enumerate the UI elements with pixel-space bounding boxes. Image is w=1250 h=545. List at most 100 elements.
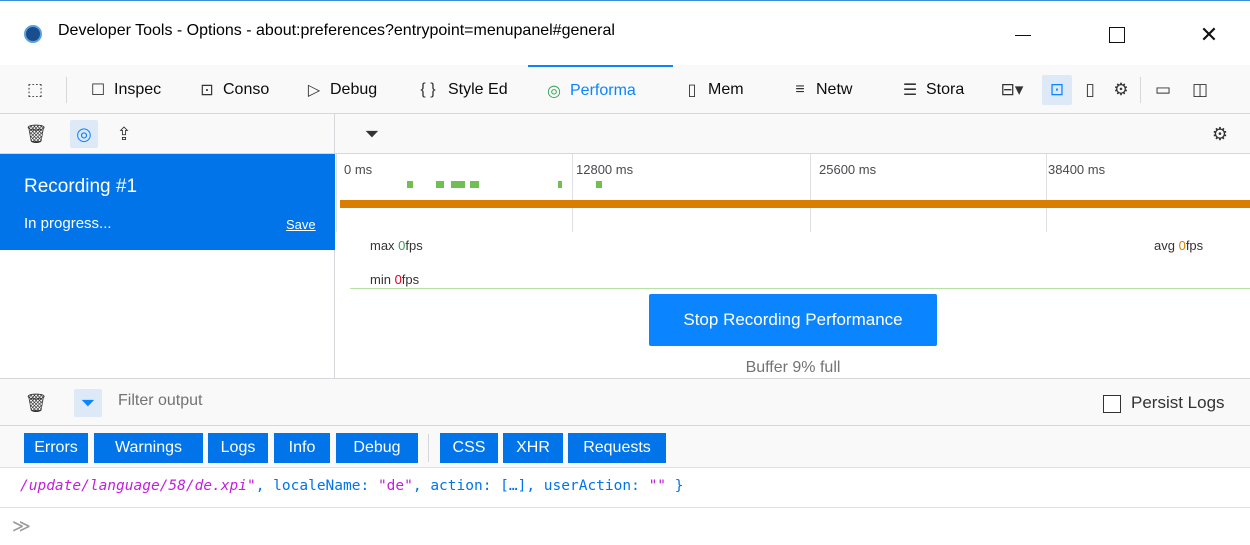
pick-element-button[interactable]: ⬚: [20, 75, 50, 105]
import-button[interactable]: ⇪: [110, 120, 138, 148]
console-filter-buttons: Errors Warnings Logs Info Debug CSS XHR …: [0, 426, 1250, 468]
filter-icon: ⏷: [80, 392, 96, 413]
filter-divider: [428, 434, 429, 462]
debugger-icon: ▷: [307, 81, 321, 99]
dock-side-button[interactable]: ◫: [1185, 75, 1215, 105]
frame-select-button[interactable]: ⊟▾: [990, 75, 1034, 105]
fps-max: max 0fps: [370, 238, 423, 253]
responsive-design-button[interactable]: ▯: [1075, 75, 1105, 105]
dock-bottom-icon: ▭: [1154, 80, 1172, 99]
recordings-toolbar: 🗑 ◎ ⇪: [0, 114, 335, 154]
trash-icon: 🗑: [24, 392, 48, 413]
minimize-button[interactable]: [1000, 15, 1046, 55]
console-filter-bar: 🗑 ⏷ Filter output Persist Logs: [0, 378, 1250, 426]
network-icon: ≡: [795, 80, 805, 98]
devtools-toolbar: ⬚ ☐ Inspec ⊡ Conso ▷ Debug { } Style Ed ◎ Per…: [0, 65, 1250, 114]
save-recording-link[interactable]: Save: [286, 217, 316, 232]
fps-min: min 0fps: [370, 272, 420, 287]
filter-output-input[interactable]: Filter output: [118, 392, 202, 410]
toolbar-divider: [66, 77, 67, 103]
timeline-marker: [596, 181, 602, 188]
filter-button[interactable]: ⏷: [358, 120, 386, 148]
minimize-icon: [1015, 34, 1031, 36]
tick-label: 12800 ms: [576, 162, 634, 177]
toggle-filters-button[interactable]: ⏷: [74, 389, 102, 417]
filter-info-button[interactable]: Info: [274, 433, 330, 463]
filter-errors-button[interactable]: Errors: [24, 433, 88, 463]
timeline-tick: [1046, 154, 1047, 232]
timeline-marker: [436, 181, 444, 188]
gear-icon: ⚙: [1211, 123, 1229, 144]
timeline-tick: [810, 154, 811, 232]
framerate-marker-bar: [340, 200, 1250, 208]
firefox-icon: [24, 25, 42, 43]
recordings-list: Recording #1 In progress... Save: [0, 154, 335, 378]
timeline-overview[interactable]: 0 ms 12800 ms 25600 ms 38400 ms max 0fps…: [336, 154, 1250, 378]
console-message[interactable]: /update/language/58/de.xpi", localeName:…: [20, 478, 684, 494]
filter-warnings-button[interactable]: Warnings: [94, 433, 203, 463]
memory-icon: ▯: [687, 81, 697, 99]
split-console-button[interactable]: ⊡: [1042, 75, 1072, 105]
stop-recording-button[interactable]: Stop Recording Performance: [649, 294, 937, 346]
split-console-icon: ⊡: [1049, 80, 1065, 99]
filter-css-button[interactable]: CSS: [440, 433, 498, 463]
frame-select-icon: ⊟▾: [1000, 80, 1024, 99]
console-icon: ⊡: [200, 81, 214, 99]
fps-avg: avg 0fps: [1154, 238, 1204, 253]
timeline-marker: [407, 181, 413, 188]
persist-logs-checkbox[interactable]: [1103, 395, 1121, 413]
tab-storage[interactable]: ☰ Stora: [900, 65, 990, 114]
close-button[interactable]: ✕: [1186, 15, 1232, 55]
toolbar-divider: [1140, 77, 1141, 103]
tab-debugger[interactable]: ▷ Debug: [304, 65, 404, 114]
tab-network[interactable]: ≡ Netw: [790, 65, 882, 114]
console-input-prompt[interactable]: ≫: [12, 516, 31, 537]
timeline-marker: [558, 181, 562, 188]
trash-icon: 🗑: [24, 123, 48, 144]
close-icon: ✕: [1199, 22, 1219, 47]
import-icon: ⇪: [116, 123, 132, 144]
recording-title: Recording #1: [24, 176, 138, 197]
record-button[interactable]: ◎: [70, 120, 98, 148]
style-editor-icon: { }: [420, 80, 436, 98]
recording-status: In progress...: [24, 215, 112, 232]
performance-options-button[interactable]: ⚙: [1206, 120, 1234, 148]
tab-memory[interactable]: ▯ Mem: [682, 65, 772, 114]
pick-element-icon: ⬚: [26, 80, 44, 99]
clear-console-button[interactable]: 🗑: [22, 389, 50, 417]
filter-logs-button[interactable]: Logs: [208, 433, 268, 463]
tab-console[interactable]: ⊡ Conso: [197, 65, 299, 114]
settings-button[interactable]: ⚙: [1106, 75, 1136, 105]
gear-icon: ⚙: [1113, 80, 1129, 99]
tick-label: 0 ms: [344, 162, 373, 177]
window-titlebar: Developer Tools - Options - about:prefer…: [0, 0, 1250, 65]
maximize-icon: [1109, 27, 1125, 43]
tab-inspector[interactable]: ☐ Inspec: [88, 65, 191, 114]
recording-item[interactable]: Recording #1 In progress... Save: [0, 154, 335, 250]
responsive-design-icon: ▯: [1085, 80, 1095, 99]
tick-label: 38400 ms: [1048, 162, 1106, 177]
filter-debug-button[interactable]: Debug: [336, 433, 418, 463]
performance-icon: ◎: [547, 82, 561, 100]
timeline-marker: [470, 181, 479, 188]
clear-recordings-button[interactable]: 🗑: [22, 120, 50, 148]
filter-xhr-button[interactable]: XHR: [503, 433, 563, 463]
tick-label: 25600 ms: [819, 162, 877, 177]
tab-style-editor[interactable]: { } Style Ed: [414, 65, 532, 114]
window-title: Developer Tools - Options - about:prefer…: [58, 22, 615, 39]
filter-requests-button[interactable]: Requests: [568, 433, 666, 463]
console-output: /update/language/58/de.xpi", localeName:…: [0, 468, 1250, 508]
timeline-tick: [572, 154, 573, 232]
storage-icon: ☰: [902, 81, 918, 99]
dock-bottom-button[interactable]: ▭: [1148, 75, 1178, 105]
filter-icon: ⏷: [364, 123, 380, 144]
timeline-marker: [451, 181, 465, 188]
timeline-tick: [336, 154, 337, 232]
buffer-status: Buffer 9% full: [745, 359, 841, 376]
record-icon: ◎: [76, 123, 92, 144]
dock-side-icon: ◫: [1191, 80, 1209, 99]
persist-logs-label: Persist Logs: [1131, 393, 1225, 412]
inspector-icon: ☐: [90, 81, 106, 99]
tab-performance[interactable]: ◎ Performa: [528, 65, 673, 114]
maximize-button[interactable]: [1094, 15, 1140, 55]
